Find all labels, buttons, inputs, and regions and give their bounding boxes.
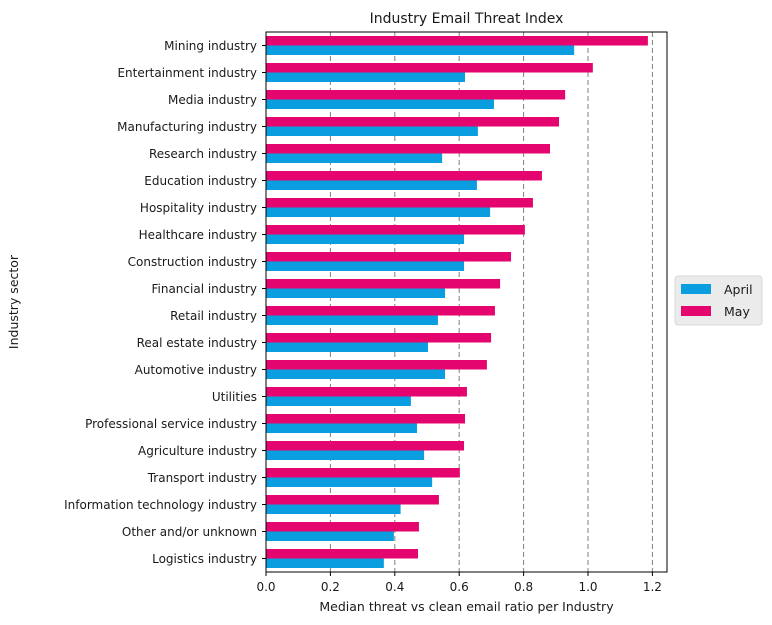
bar-april bbox=[266, 207, 491, 217]
y-tick-label: Professional service industry bbox=[85, 417, 257, 431]
plot-frame bbox=[265, 31, 668, 573]
bar-may bbox=[266, 90, 566, 100]
bar-april bbox=[266, 45, 575, 55]
bar-april bbox=[266, 315, 438, 325]
y-tick-label: Construction industry bbox=[128, 255, 257, 269]
y-tick-label: Agriculture industry bbox=[138, 444, 257, 458]
bar-april bbox=[266, 531, 394, 541]
bar-may bbox=[266, 495, 439, 505]
bar-april bbox=[266, 396, 411, 406]
x-tick-label: 1.2 bbox=[643, 580, 662, 594]
bar-april bbox=[266, 288, 446, 298]
y-tick-label: Real estate industry bbox=[137, 336, 257, 350]
y-tick-label: Manufacturing industry bbox=[117, 120, 257, 134]
y-tick-label: Mining industry bbox=[164, 39, 257, 53]
bar-april bbox=[266, 504, 401, 514]
y-tick-label: Other and/or unknown bbox=[122, 525, 257, 539]
bar-may bbox=[266, 117, 560, 127]
bar-may bbox=[266, 171, 542, 181]
x-axis-ticks: 0.0 0.2 0.4 0.6 0.8 1.0 1.2 bbox=[256, 572, 662, 594]
bar-april bbox=[266, 261, 465, 271]
x-tick-label: 0.4 bbox=[385, 580, 404, 594]
bar-april bbox=[266, 423, 418, 433]
grid-lines bbox=[329, 32, 653, 572]
y-tick-label: Retail industry bbox=[170, 309, 257, 323]
bar-may bbox=[266, 549, 418, 559]
bar-may bbox=[266, 63, 593, 73]
legend-swatch-may bbox=[681, 306, 711, 316]
bar-may bbox=[266, 279, 501, 289]
bar-april bbox=[266, 126, 478, 136]
bar-may bbox=[266, 414, 465, 424]
x-tick-label: 0.0 bbox=[256, 580, 275, 594]
legend: April May bbox=[674, 275, 763, 326]
bar-april bbox=[266, 450, 425, 460]
y-tick-label: Research industry bbox=[149, 147, 257, 161]
bar-april bbox=[266, 477, 433, 487]
chart-title: Industry Email Threat Index bbox=[370, 11, 564, 27]
y-tick-label: Automotive industry bbox=[135, 363, 257, 377]
bar-april bbox=[266, 180, 477, 190]
bar-may bbox=[266, 468, 460, 478]
legend-label-april: April bbox=[724, 282, 753, 297]
y-tick-label: Healthcare industry bbox=[139, 228, 257, 242]
bars-group bbox=[266, 36, 648, 568]
bar-april bbox=[266, 369, 446, 379]
bar-april bbox=[266, 342, 428, 352]
bar-april bbox=[266, 72, 465, 82]
bar-may bbox=[266, 252, 512, 262]
bar-may bbox=[266, 225, 525, 235]
bar-may bbox=[266, 441, 465, 451]
y-axis-title: Industry sector bbox=[6, 254, 21, 349]
y-tick-label: Education industry bbox=[144, 174, 257, 188]
y-tick-label: Media industry bbox=[168, 93, 257, 107]
bar-chart: Industry Email Threat Index 0.0 0.2 0.4 0.6… bbox=[6, 11, 763, 614]
x-tick-label: 0.6 bbox=[450, 580, 469, 594]
legend-label-may: May bbox=[724, 304, 750, 319]
bar-may bbox=[266, 522, 419, 532]
y-tick-label: Transport industry bbox=[147, 471, 257, 485]
x-tick-label: 1.0 bbox=[578, 580, 597, 594]
legend-swatch-april bbox=[681, 284, 711, 294]
bar-april bbox=[266, 558, 384, 568]
x-tick-label: 0.8 bbox=[514, 580, 533, 594]
y-tick-label: Information technology industry bbox=[64, 498, 257, 512]
y-tick-label: Logistics industry bbox=[152, 552, 257, 566]
bar-may bbox=[266, 144, 551, 154]
bar-may bbox=[266, 360, 487, 370]
bar-april bbox=[266, 153, 443, 163]
bar-may bbox=[266, 333, 492, 343]
x-tick-label: 0.2 bbox=[321, 580, 340, 594]
bar-may bbox=[266, 387, 467, 397]
y-tick-label: Hospitality industry bbox=[140, 201, 257, 215]
bar-april bbox=[266, 234, 465, 244]
y-tick-label: Entertainment industry bbox=[117, 66, 257, 80]
y-tick-label: Utilities bbox=[212, 390, 257, 404]
bar-april bbox=[266, 99, 494, 109]
x-axis-title: Median threat vs clean email ratio per I… bbox=[319, 599, 614, 614]
y-axis-ticks: Mining industry Entertainment industry Med… bbox=[64, 39, 266, 566]
bar-may bbox=[266, 198, 533, 208]
bar-may bbox=[266, 36, 648, 46]
y-tick-label: Financial industry bbox=[151, 282, 257, 296]
bar-may bbox=[266, 306, 495, 316]
